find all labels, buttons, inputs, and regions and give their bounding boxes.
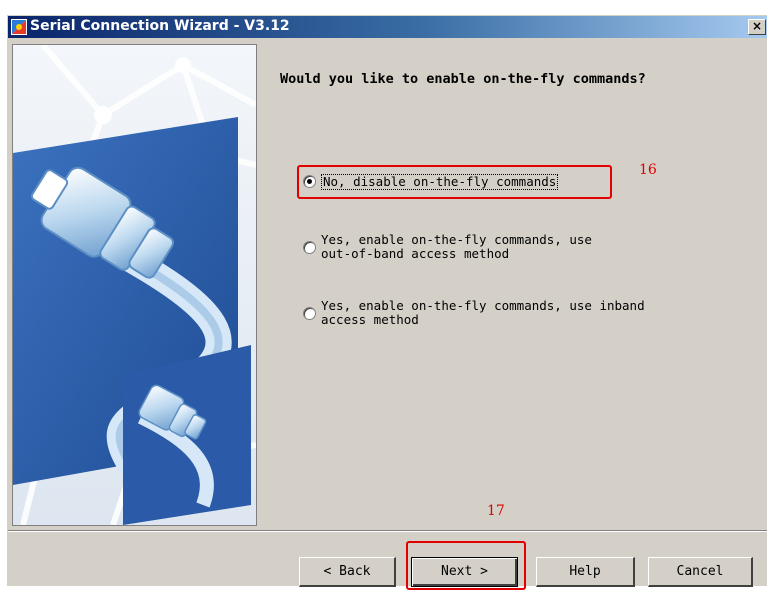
cancel-button[interactable]: Cancel	[648, 557, 753, 587]
wizard-app-icon	[11, 19, 27, 35]
radio-inband[interactable]	[303, 307, 316, 320]
radio-out-of-band[interactable]	[303, 241, 316, 254]
annotation-label-17: 17	[487, 503, 505, 519]
serial-cable-illustration	[13, 45, 256, 525]
title-bar[interactable]: Serial Connection Wizard - V3.12 ×	[8, 16, 767, 38]
annotation-box-next	[406, 541, 526, 590]
back-button[interactable]: < Back	[299, 557, 396, 587]
help-button[interactable]: Help	[536, 557, 635, 587]
window-title: Serial Connection Wizard - V3.12	[30, 18, 290, 34]
option-inband-label: Yes, enable on-the-fly commands, use inb…	[321, 298, 645, 327]
annotation-box-option	[297, 165, 612, 199]
option-out-of-band-label: Yes, enable on-the-fly commands, use out…	[321, 232, 592, 261]
wizard-question: Would you like to enable on-the-fly comm…	[280, 71, 646, 87]
wizard-illustration	[12, 44, 257, 526]
footer-separator	[8, 530, 767, 532]
close-button[interactable]: ×	[748, 19, 766, 35]
wizard-window: Serial Connection Wizard - V3.12 × Would…	[7, 15, 767, 590]
annotation-label-16: 16	[639, 162, 657, 178]
